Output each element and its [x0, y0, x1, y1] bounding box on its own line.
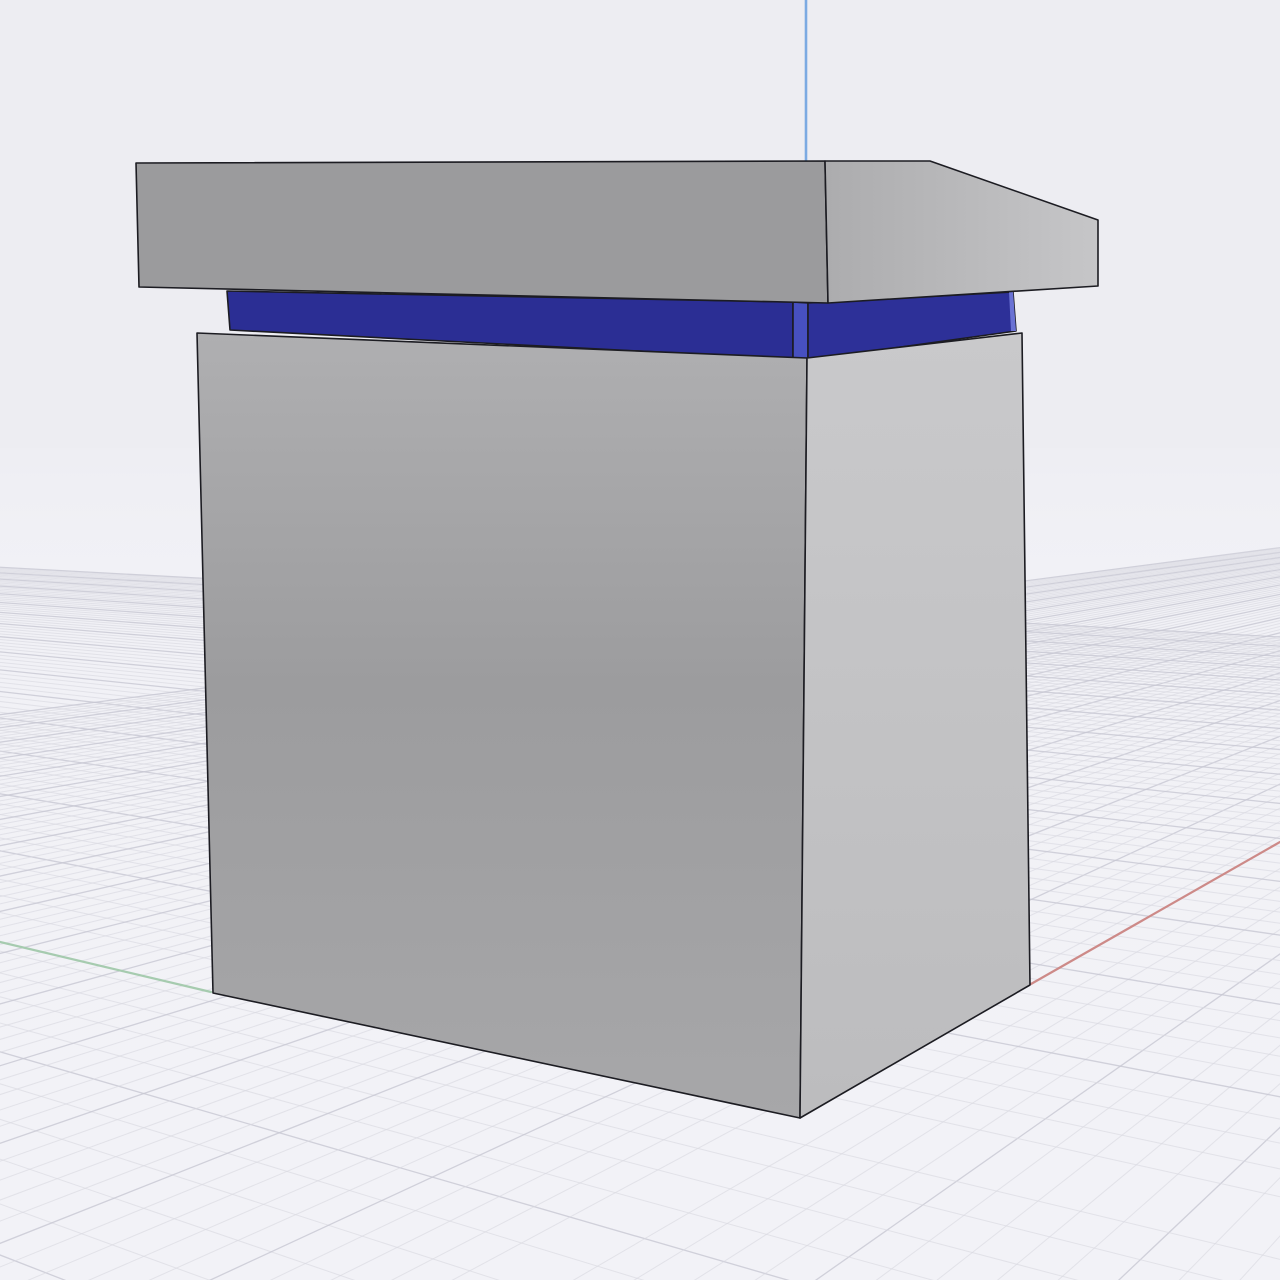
- body-right-face[interactable]: [799, 332, 1031, 1119]
- cap-front-face[interactable]: [135, 160, 829, 304]
- band-corner-face[interactable]: [792, 301, 809, 361]
- model-pedestal[interactable]: [135, 160, 1099, 1119]
- viewport-canvas[interactable]: [0, 0, 1280, 1280]
- cad-viewport[interactable]: [0, 0, 1280, 1280]
- body-front-face[interactable]: [196, 332, 808, 1119]
- pedestal-cap[interactable]: [135, 160, 1099, 304]
- pedestal-body[interactable]: [196, 332, 1031, 1119]
